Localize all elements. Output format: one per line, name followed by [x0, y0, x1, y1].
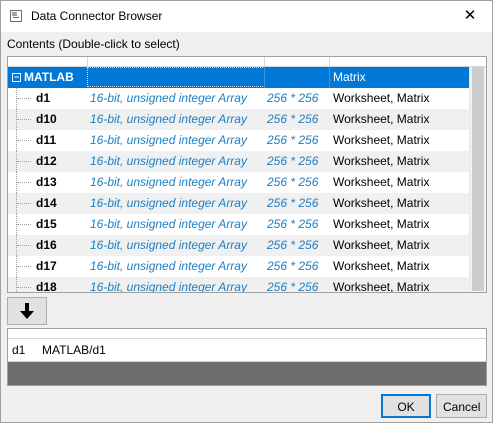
scrollbar-thumb[interactable] [472, 67, 484, 291]
tree-node-type: 16-bit, unsigned integer Array [90, 91, 247, 105]
tree-node-name: d10 [36, 112, 57, 126]
tree-row[interactable]: d13 16-bit, unsigned integer Array 256 *… [8, 172, 470, 193]
tree-node-kind: Worksheet, Matrix [333, 196, 430, 210]
column-separator [329, 67, 330, 88]
tree-line [17, 245, 31, 246]
tree-node-name: d18 [36, 280, 57, 293]
tree-node-type: 16-bit, unsigned integer Array [90, 217, 247, 231]
tree-node-type: 16-bit, unsigned integer Array [90, 196, 247, 210]
ok-button[interactable]: OK [381, 394, 431, 418]
data-connector-browser-window: Data Connector Browser ✕ Contents (Doubl… [0, 0, 493, 423]
tree-row[interactable]: d10 16-bit, unsigned integer Array 256 *… [8, 109, 470, 130]
tree-node-type: 16-bit, unsigned integer Array [90, 175, 247, 189]
tree-node-size: 256 * 256 [267, 259, 319, 273]
selected-items-panel: d1 MATLAB/d1 [7, 328, 487, 386]
column-separator[interactable] [87, 57, 88, 66]
down-arrow-icon [20, 303, 34, 319]
column-separator[interactable] [264, 57, 265, 66]
tree-node-name: d1 [36, 91, 51, 105]
tree-node-size: 256 * 256 [267, 217, 319, 231]
tree-node-name: d14 [36, 196, 57, 210]
tree-row[interactable]: d14 16-bit, unsigned integer Array 256 *… [8, 193, 470, 214]
tree-line [16, 277, 17, 292]
tree-node-kind: Worksheet, Matrix [333, 91, 430, 105]
tree-node-size: 256 * 256 [267, 238, 319, 252]
tree-node-name: MATLAB [24, 70, 74, 84]
tree-line [17, 287, 31, 288]
tree-node-size: 256 * 256 [267, 280, 319, 293]
focus-frame [87, 67, 265, 87]
grid-column-header [8, 57, 486, 67]
window-title: Data Connector Browser [31, 9, 163, 23]
tree-node-size: 256 * 256 [267, 133, 319, 147]
tree-node-name: d13 [36, 175, 57, 189]
tree-row[interactable]: d11 16-bit, unsigned integer Array 256 *… [8, 130, 470, 151]
tree-node-size: 256 * 256 [267, 154, 319, 168]
tree-node-type: 16-bit, unsigned integer Array [90, 238, 247, 252]
tree-line [17, 161, 31, 162]
tree-node-kind: Worksheet, Matrix [333, 154, 430, 168]
tree-line [17, 119, 31, 120]
tree-node-size: 256 * 256 [267, 175, 319, 189]
selected-item-row[interactable]: d1 MATLAB/d1 [8, 339, 486, 362]
selected-items-header [8, 329, 486, 339]
title-bar: Data Connector Browser ✕ [1, 1, 492, 32]
column-separator [264, 67, 265, 88]
tree-line [17, 140, 31, 141]
tree-node-size: 256 * 256 [267, 112, 319, 126]
tree-line [17, 224, 31, 225]
tree-node-type: 16-bit, unsigned integer Array [90, 154, 247, 168]
tree-line [17, 203, 31, 204]
tree-node-kind: Worksheet, Matrix [333, 238, 430, 252]
collapse-icon[interactable]: − [12, 73, 21, 82]
selected-item-name: d1 [12, 343, 26, 357]
data-connector-app-icon [10, 10, 22, 22]
tree-node-kind: Worksheet, Matrix [333, 175, 430, 189]
tree-node-kind: Worksheet, Matrix [333, 280, 430, 293]
tree-node-size: 256 * 256 [267, 196, 319, 210]
tree-node-name: d15 [36, 217, 57, 231]
tree-node-type: 16-bit, unsigned integer Array [90, 259, 247, 273]
tree-node-kind: Worksheet, Matrix [333, 133, 430, 147]
tree-node-kind: Worksheet, Matrix [333, 217, 430, 231]
tree-node-name: d11 [36, 133, 57, 147]
contents-label: Contents (Double-click to select) [7, 37, 180, 51]
tree-line [17, 98, 31, 99]
vertical-scrollbar[interactable] [469, 67, 486, 292]
tree-node-kind: Worksheet, Matrix [333, 112, 430, 126]
tree-row[interactable]: d18 16-bit, unsigned integer Array 256 *… [8, 277, 470, 293]
tree-row[interactable]: d16 16-bit, unsigned integer Array 256 *… [8, 235, 470, 256]
tree-node-size: 256 * 256 [267, 91, 319, 105]
tree-row[interactable]: d12 16-bit, unsigned integer Array 256 *… [8, 151, 470, 172]
cancel-button[interactable]: Cancel [436, 394, 487, 418]
tree-row[interactable]: d17 16-bit, unsigned integer Array 256 *… [8, 256, 470, 277]
tree-line [17, 182, 31, 183]
tree-line [17, 266, 31, 267]
tree-row[interactable]: d1 16-bit, unsigned integer Array 256 * … [8, 88, 470, 109]
contents-tree-grid: − MATLAB Matrix d1 16-bit, unsigned inte… [7, 56, 487, 293]
tree-node-type: 16-bit, unsigned integer Array [90, 133, 247, 147]
tree-node-type: 16-bit, unsigned integer Array [90, 112, 247, 126]
tree-row[interactable]: d15 16-bit, unsigned integer Array 256 *… [8, 214, 470, 235]
add-to-selection-button[interactable] [7, 297, 47, 325]
tree-rows: − MATLAB Matrix d1 16-bit, unsigned inte… [8, 67, 470, 293]
tree-node-name: d12 [36, 154, 57, 168]
close-icon[interactable]: ✕ [460, 5, 480, 27]
tree-node-name: d16 [36, 238, 57, 252]
tree-row-matlab[interactable]: − MATLAB Matrix [8, 67, 470, 88]
column-separator[interactable] [329, 57, 330, 66]
tree-node-name: d17 [36, 259, 57, 273]
tree-node-kind: Matrix [333, 70, 366, 84]
tree-node-type: 16-bit, unsigned integer Array [90, 280, 247, 293]
tree-node-kind: Worksheet, Matrix [333, 259, 430, 273]
selected-item-path: MATLAB/d1 [42, 343, 106, 357]
